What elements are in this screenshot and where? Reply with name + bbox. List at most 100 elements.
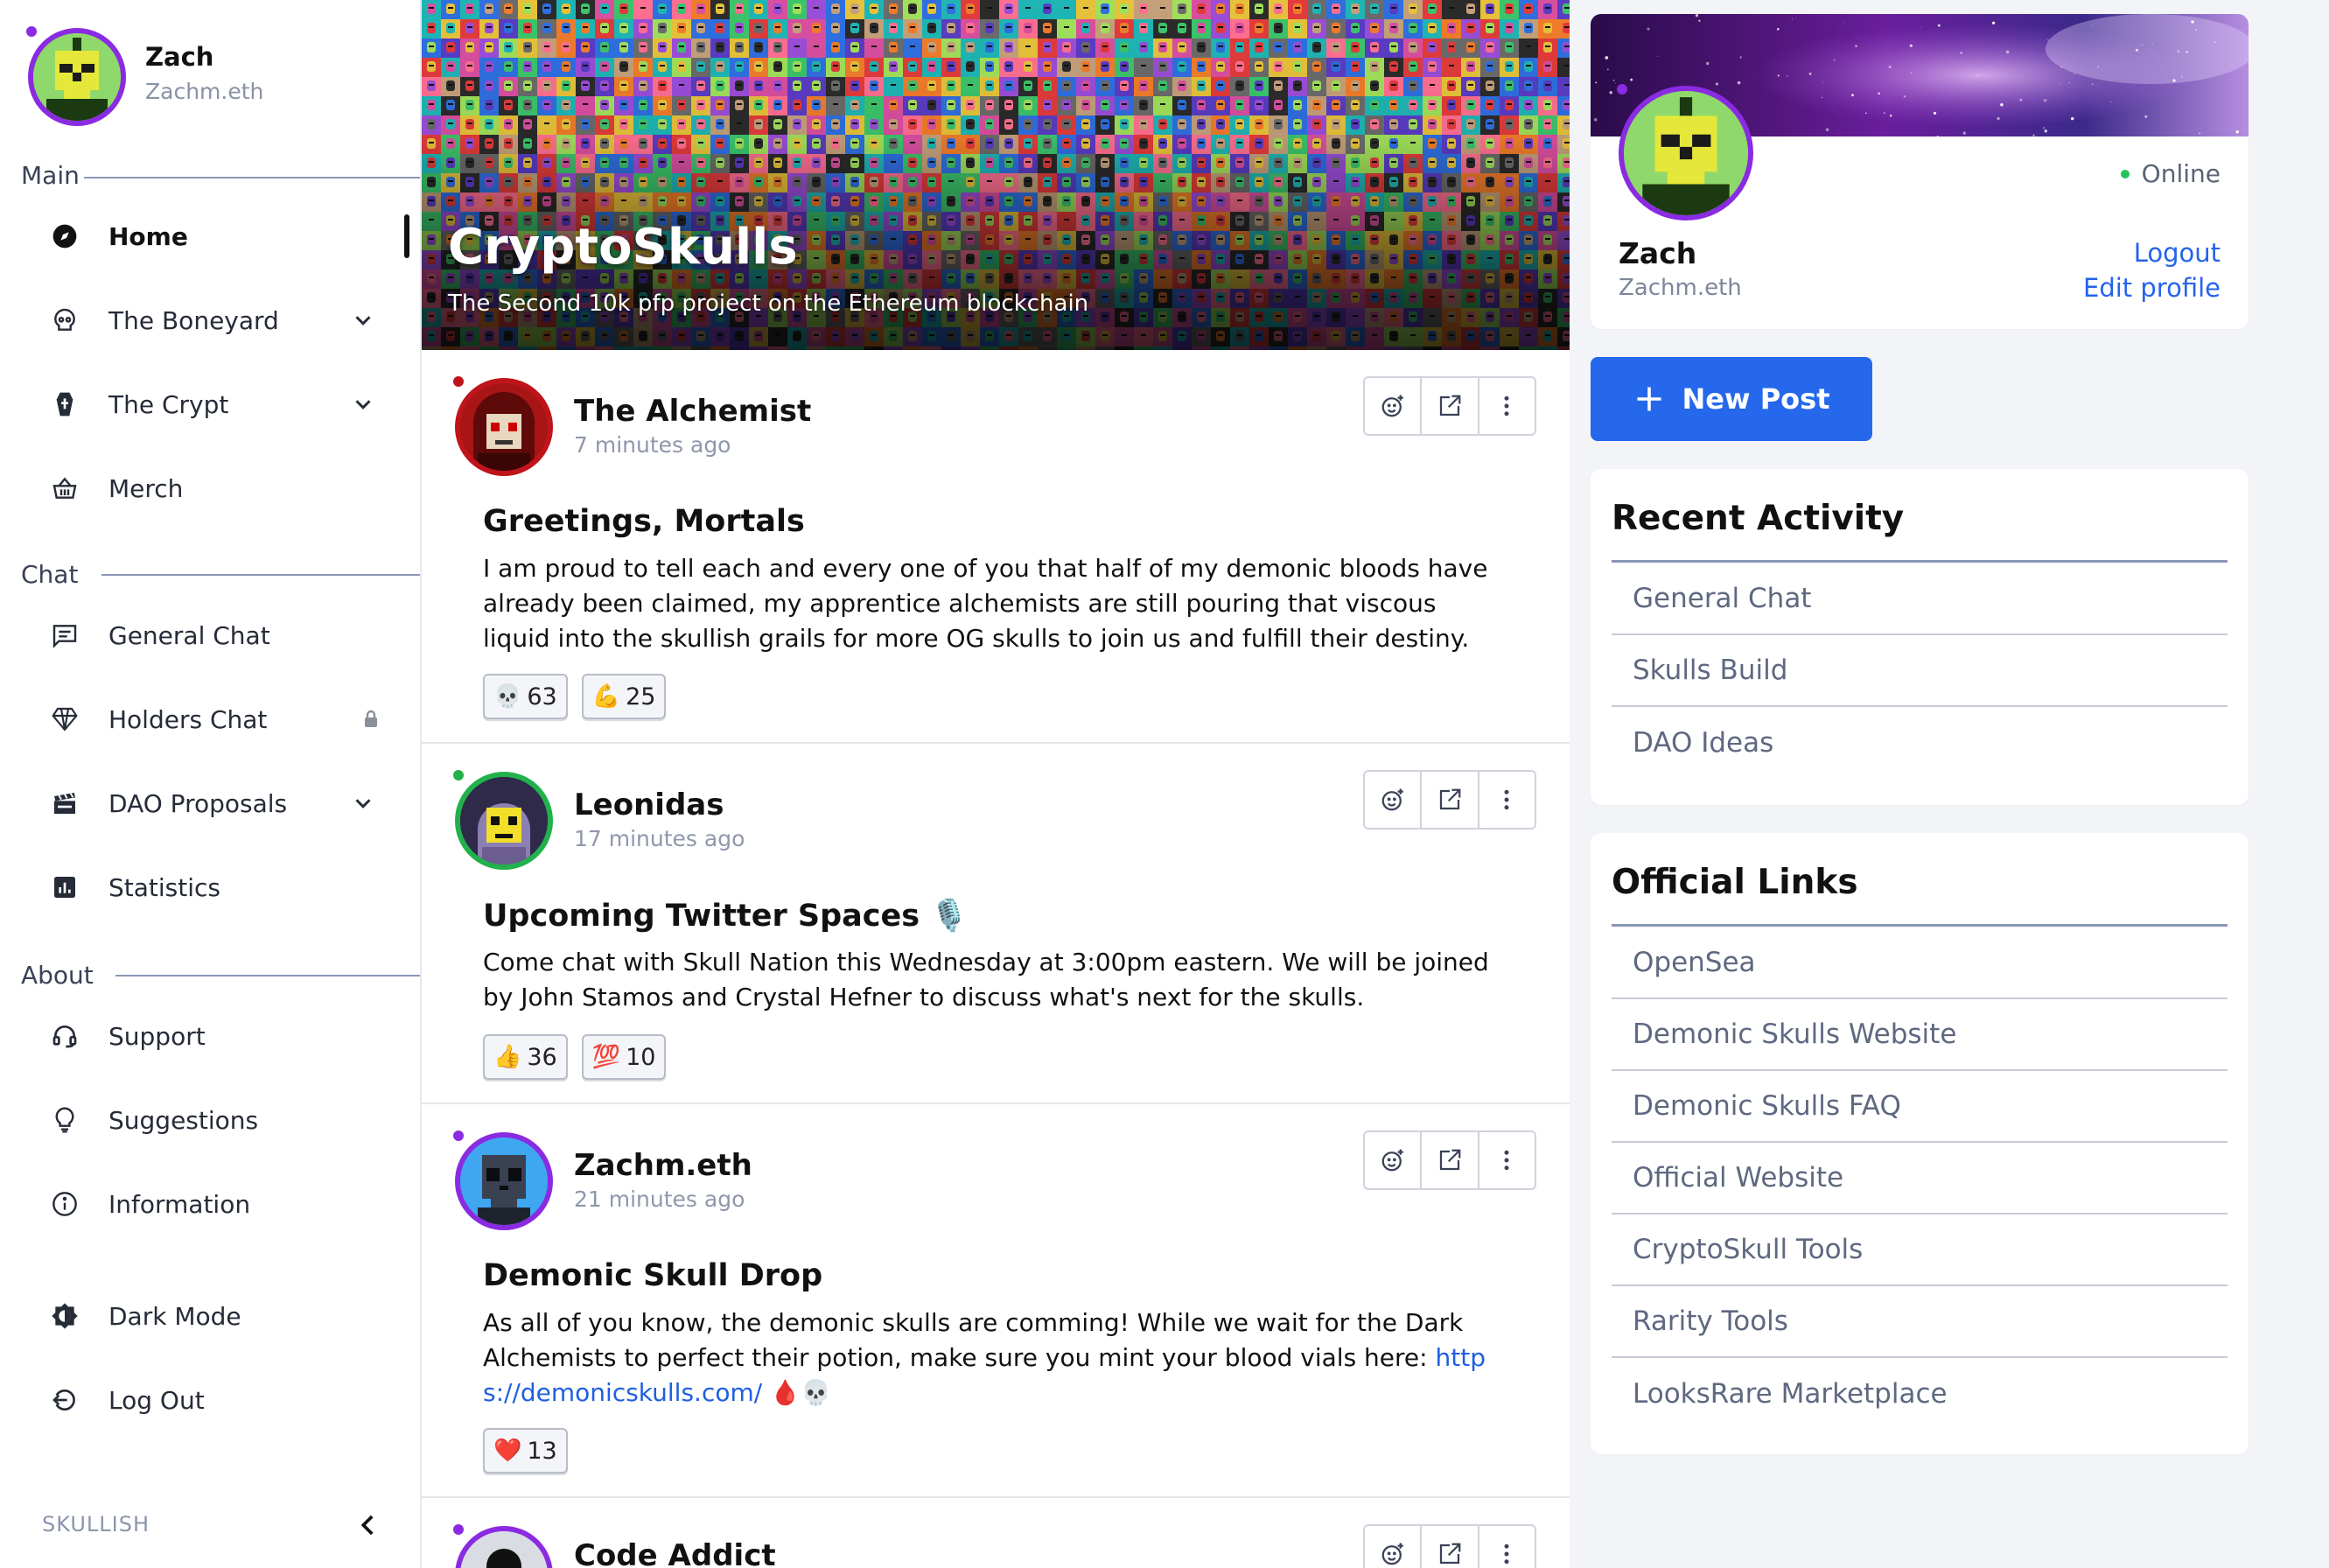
sidebar-user-handle: Zachm.eth bbox=[145, 79, 264, 104]
post-card: The Alchemist 7 minutes ago Greetings, M… bbox=[422, 350, 1570, 744]
add-reaction-button[interactable] bbox=[1365, 772, 1423, 828]
profile-handle: Zachm.eth bbox=[1619, 275, 1742, 301]
avatar[interactable] bbox=[455, 378, 553, 476]
chevron-down-icon[interactable] bbox=[350, 391, 376, 417]
activity-item[interactable]: General Chat bbox=[1612, 564, 2228, 635]
official-link[interactable]: Rarity Tools bbox=[1612, 1286, 2228, 1358]
recent-activity-title: Recent Activity bbox=[1612, 499, 1905, 538]
avatar[interactable] bbox=[455, 1526, 553, 1568]
sidebar-item-label: Suggestions bbox=[108, 1105, 259, 1135]
post-author[interactable]: Leonidas bbox=[574, 788, 724, 822]
coffin-icon bbox=[49, 388, 80, 420]
status-dot bbox=[26, 26, 37, 37]
reaction-count: 36 bbox=[527, 1043, 557, 1071]
post-author[interactable]: Zachm.eth bbox=[574, 1148, 752, 1183]
sidebar-item-support[interactable]: Support bbox=[0, 1001, 422, 1071]
sidebar-item-boneyard[interactable]: The Boneyard bbox=[0, 285, 422, 355]
compass-icon bbox=[49, 220, 80, 252]
sidebar-item-label: The Boneyard bbox=[108, 305, 279, 335]
divider bbox=[115, 975, 420, 976]
new-post-button[interactable]: New Post bbox=[1591, 357, 1872, 441]
activity-item[interactable]: Skulls Build bbox=[1612, 635, 2228, 707]
avatar[interactable] bbox=[455, 772, 553, 870]
sidebar-item-dao-proposals[interactable]: DAO Proposals bbox=[0, 768, 422, 838]
sidebar-item-label: Statistics bbox=[108, 872, 220, 902]
sidebar: Zach Zachm.eth Main Home The Boneyard Th… bbox=[0, 0, 422, 1568]
post-body: As all of you know, the demonic skulls a… bbox=[483, 1306, 1489, 1410]
post-actions bbox=[1363, 770, 1536, 830]
share-button[interactable] bbox=[1422, 1132, 1479, 1188]
collapse-sidebar-icon[interactable] bbox=[353, 1510, 383, 1540]
official-links-title: Official Links bbox=[1612, 863, 1858, 902]
diamond-icon bbox=[49, 704, 80, 735]
sidebar-user[interactable]: Zach Zachm.eth bbox=[26, 26, 394, 128]
kebab-menu-icon bbox=[1504, 396, 1509, 416]
share-button[interactable] bbox=[1422, 1526, 1479, 1568]
sidebar-item-holders-chat[interactable]: Holders Chat bbox=[0, 684, 422, 754]
more-options-button[interactable] bbox=[1479, 1526, 1535, 1568]
plus-icon bbox=[1637, 387, 1661, 411]
post-title: Greetings, Mortals bbox=[483, 504, 805, 539]
avatar[interactable] bbox=[455, 1132, 553, 1230]
post-author[interactable]: Code Addict bbox=[574, 1538, 776, 1568]
add-reaction-button[interactable] bbox=[1365, 1526, 1423, 1568]
sidebar-item-general-chat[interactable]: General Chat bbox=[0, 600, 422, 670]
page-subtitle: The Second 10k pfp project on the Ethere… bbox=[448, 290, 1089, 317]
hundred-emoji: 💯 bbox=[591, 1044, 621, 1070]
section-title-main: Main bbox=[21, 161, 80, 190]
divider bbox=[101, 574, 420, 576]
reaction-chip[interactable]: 💀 63 bbox=[483, 674, 568, 719]
official-link[interactable]: Official Website bbox=[1612, 1143, 2228, 1214]
official-link[interactable]: OpenSea bbox=[1612, 928, 2228, 999]
share-button[interactable] bbox=[1422, 772, 1479, 828]
chevron-down-icon[interactable] bbox=[350, 307, 376, 333]
add-reaction-button[interactable] bbox=[1365, 1132, 1423, 1188]
profile-avatar[interactable] bbox=[1619, 86, 1753, 220]
reaction-count: 10 bbox=[626, 1043, 656, 1071]
logout-link[interactable]: Logout bbox=[2134, 238, 2221, 268]
post-title: Upcoming Twitter Spaces 🎙️ bbox=[483, 899, 969, 934]
official-link[interactable]: LooksRare Marketplace bbox=[1612, 1358, 2228, 1430]
lightbulb-icon bbox=[49, 1104, 80, 1136]
add-reaction-button[interactable] bbox=[1365, 378, 1423, 434]
sidebar-item-statistics[interactable]: Statistics bbox=[0, 852, 422, 922]
sidebar-user-name: Zach bbox=[145, 42, 214, 72]
reaction-chip[interactable]: 💪 25 bbox=[581, 674, 667, 719]
sidebar-item-home[interactable]: Home bbox=[0, 201, 422, 271]
logout-icon bbox=[49, 1384, 80, 1416]
helmet-skull-avatar-icon bbox=[460, 777, 548, 864]
official-link[interactable]: Demonic Skulls FAQ bbox=[1612, 1071, 2228, 1143]
reaction-chip[interactable]: 💯 10 bbox=[581, 1034, 667, 1080]
emoji-plus-icon bbox=[1381, 1149, 1403, 1172]
more-options-button[interactable] bbox=[1479, 1132, 1535, 1188]
share-button[interactable] bbox=[1422, 378, 1479, 434]
edit-profile-link[interactable]: Edit profile bbox=[2083, 273, 2221, 303]
official-link[interactable]: Demonic Skulls Website bbox=[1612, 999, 2228, 1071]
sidebar-item-merch[interactable]: Merch bbox=[0, 453, 422, 523]
external-link-icon bbox=[1439, 1543, 1461, 1564]
official-link[interactable]: CryptoSkull Tools bbox=[1612, 1214, 2228, 1286]
chevron-down-icon[interactable] bbox=[350, 790, 376, 816]
sidebar-item-information[interactable]: Information bbox=[0, 1169, 422, 1239]
sidebar-item-suggestions[interactable]: Suggestions bbox=[0, 1085, 422, 1155]
post-link-part: s://demonicskulls.com/ bbox=[483, 1378, 763, 1407]
online-status: Online bbox=[2120, 159, 2221, 188]
dark-mode-toggle[interactable]: Dark Mode bbox=[0, 1281, 422, 1351]
activity-item[interactable]: DAO Ideas bbox=[1612, 707, 2228, 779]
hero-banner: CryptoSkulls The Second 10k pfp project … bbox=[422, 0, 1570, 350]
reaction-chip[interactable]: ❤️ 13 bbox=[483, 1428, 568, 1474]
more-options-button[interactable] bbox=[1479, 378, 1535, 434]
new-post-label: New Post bbox=[1682, 382, 1830, 416]
sidebar-item-label: Support bbox=[108, 1021, 206, 1051]
post-author[interactable]: The Alchemist bbox=[574, 394, 811, 429]
online-label: Online bbox=[2141, 159, 2221, 188]
info-icon bbox=[49, 1188, 80, 1220]
sidebar-item-crypt[interactable]: The Crypt bbox=[0, 369, 422, 439]
lock-icon bbox=[365, 710, 377, 727]
reaction-chip[interactable]: 👍 36 bbox=[483, 1034, 568, 1080]
status-dot bbox=[453, 1524, 464, 1535]
logout-button[interactable]: Log Out bbox=[0, 1365, 422, 1435]
sidebar-item-label: DAO Proposals bbox=[108, 788, 288, 818]
more-options-button[interactable] bbox=[1479, 772, 1535, 828]
feed: CryptoSkulls The Second 10k pfp project … bbox=[422, 0, 1570, 1568]
